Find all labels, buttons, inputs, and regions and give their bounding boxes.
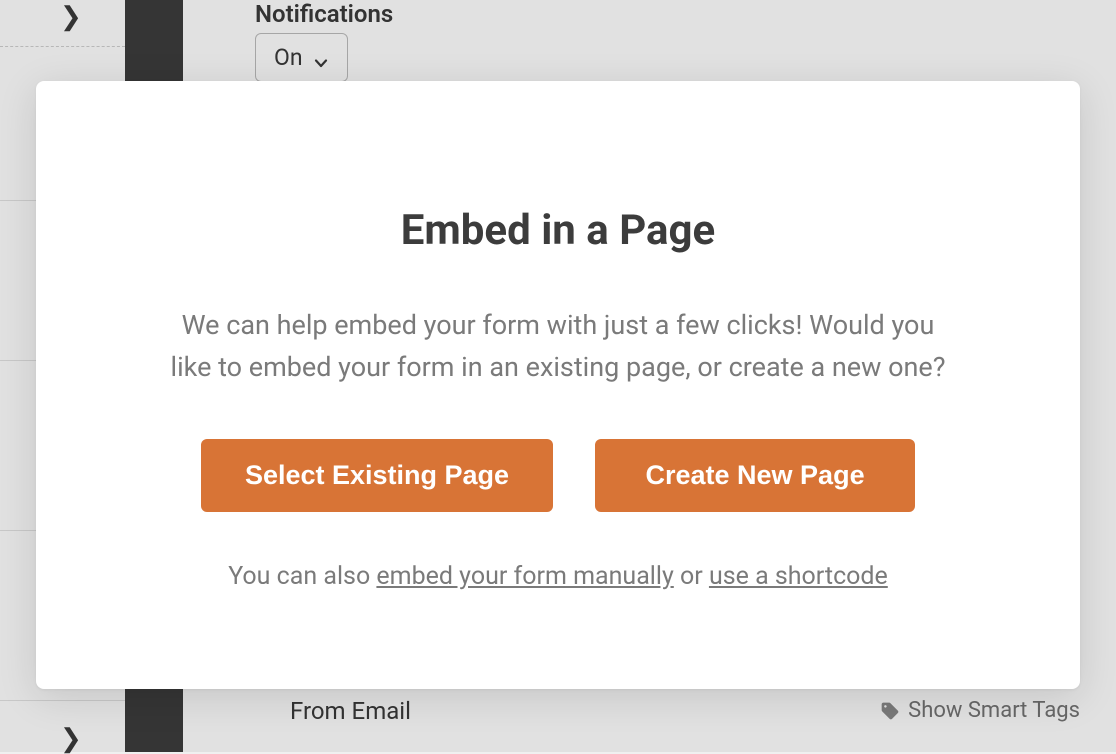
create-new-page-button[interactable]: Create New Page xyxy=(595,439,915,512)
modal-body-text: We can help embed your form with just a … xyxy=(166,305,950,389)
modal-title: Embed in a Page xyxy=(401,206,715,255)
modal-footer: You can also embed your form manually or… xyxy=(228,562,888,591)
embed-manually-link[interactable]: embed your form manually xyxy=(376,562,673,591)
use-shortcode-link[interactable]: use a shortcode xyxy=(709,562,888,591)
embed-in-page-modal: Embed in a Page We can help embed your f… xyxy=(36,81,1080,689)
footer-prefix: You can also xyxy=(228,562,376,591)
select-existing-page-button[interactable]: Select Existing Page xyxy=(201,439,553,512)
footer-or: or xyxy=(674,562,709,591)
modal-button-row: Select Existing Page Create New Page xyxy=(201,439,915,512)
